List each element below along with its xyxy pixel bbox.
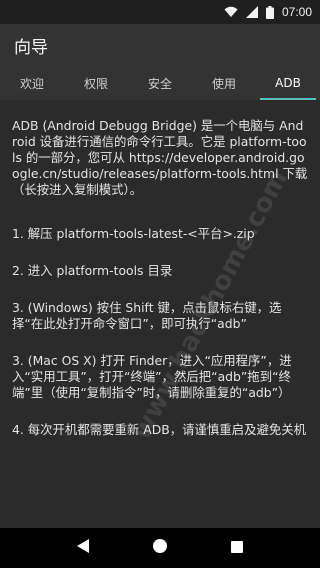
tab-label: ADB [275,76,301,90]
tab-bar: 欢迎 权限 安全 使用 ADB [0,66,320,100]
back-button[interactable] [68,533,98,563]
tab-usage[interactable]: 使用 [192,66,256,100]
adb-guide-content[interactable]: ADB (Android Debugg Bridge) 是一个电脑与 Andro… [0,100,320,528]
tab-label: 安全 [147,76,172,91]
step-windows: 3. (Windows) 按住 Shift 键，点击鼠标右键，选择“在此处打开命… [12,300,282,331]
status-time: 07:00 [281,5,312,19]
step-unzip: 1. 解压 platform-tools-latest-<平台>.zip [12,226,255,241]
tab-label: 使用 [211,76,236,91]
tab-adb[interactable]: ADB [256,66,320,100]
app-bar: 向导 [0,24,320,66]
status-bar: 07:00 [0,0,320,24]
recents-icon [230,539,244,558]
tab-welcome[interactable]: 欢迎 [0,66,64,100]
signal-icon [245,6,258,18]
home-icon [152,538,168,558]
tab-label: 权限 [83,76,108,91]
step-enter-directory: 2. 进入 platform-tools 目录 [12,263,173,278]
step-macos: 3. (Mac OS X) 打开 Finder，进入“应用程序”，进入“实用工具… [12,353,292,400]
back-icon [76,538,90,558]
tab-permissions[interactable]: 权限 [64,66,128,100]
tab-security[interactable]: 安全 [128,66,192,100]
wifi-icon [224,6,238,18]
navigation-bar [0,528,320,568]
home-button[interactable] [145,533,175,563]
tab-label: 欢迎 [19,76,44,91]
page-title: 向导 [14,37,48,58]
battery-icon [265,5,274,19]
recents-button[interactable] [222,533,252,563]
intro-text[interactable]: ADB (Android Debugg Bridge) 是一个电脑与 Andro… [12,118,308,198]
step-reboot-warning: 4. 每次开机都需要重新 ADB，请谨慎重启及避免关机 [12,422,307,437]
